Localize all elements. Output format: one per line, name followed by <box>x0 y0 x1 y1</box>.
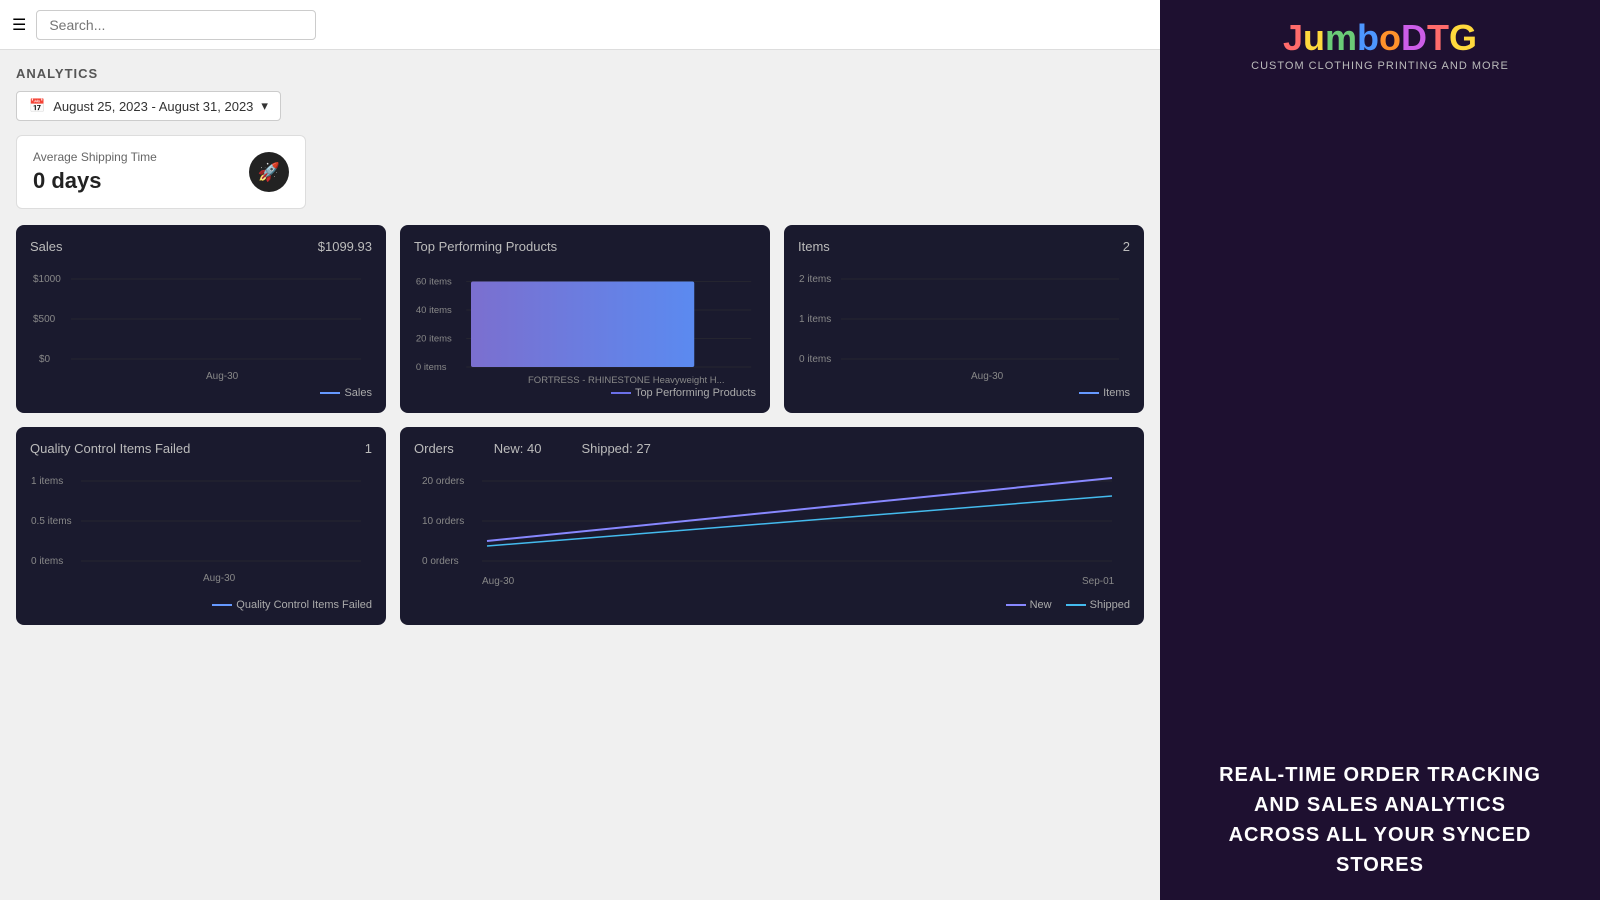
sales-legend-label: Sales <box>344 387 372 399</box>
avg-shipping-value: 0 days <box>33 168 157 194</box>
svg-text:20 orders: 20 orders <box>422 476 464 487</box>
items-legend-label: Items <box>1103 387 1130 399</box>
svg-text:60 items: 60 items <box>416 276 452 287</box>
svg-text:Aug-30: Aug-30 <box>482 576 515 587</box>
orders-shipped-label: Shipped: 27 <box>581 441 650 456</box>
svg-text:Sep-01: Sep-01 <box>1082 576 1115 587</box>
svg-text:$500: $500 <box>33 314 56 325</box>
tagline: REAL-TIME ORDER TRACKINGAND SALES ANALYT… <box>1219 760 1541 880</box>
svg-text:$1000: $1000 <box>33 274 61 285</box>
sales-title: Sales <box>30 239 63 254</box>
svg-text:40 items: 40 items <box>416 305 452 316</box>
items-title: Items <box>798 239 830 254</box>
sales-chart-card: Sales $1099.93 $1000 $500 $0 Aug-30 <box>16 225 386 413</box>
svg-text:0 orders: 0 orders <box>422 556 459 567</box>
svg-text:0 items: 0 items <box>31 556 63 567</box>
logo-area: JumboDTG CUSTOM CLOTHING PRINTING AND MO… <box>1251 20 1509 72</box>
orders-new-label: New: 40 <box>494 441 542 456</box>
logo-letter-u: u <box>1303 17 1325 58</box>
svg-text:2 items: 2 items <box>799 274 831 285</box>
top-products-chart: 60 items 40 items 20 items 0 items <box>414 264 756 394</box>
calendar-icon: 📅 <box>29 98 45 114</box>
logo-letter-t: T <box>1427 17 1449 58</box>
svg-text:0 items: 0 items <box>416 362 447 373</box>
logo-letter-d: D <box>1401 17 1427 58</box>
menu-icon: ☰ <box>12 17 26 34</box>
date-range-picker[interactable]: 📅 August 25, 2023 - August 31, 2023 ▾ <box>16 91 281 121</box>
avg-shipping-card: Average Shipping Time 0 days 🚀 <box>16 135 306 209</box>
items-legend: Items <box>1079 387 1130 399</box>
search-input[interactable] <box>36 10 316 40</box>
shipping-icon: 🚀 <box>258 162 280 183</box>
orders-chart: 20 orders 10 orders 0 orders Aug-30 Sep-… <box>414 466 1130 606</box>
logo-subtitle: CUSTOM CLOTHING PRINTING AND MORE <box>1251 60 1509 72</box>
qc-chart-card: Quality Control Items Failed 1 1 items 0… <box>16 427 386 625</box>
menu-button[interactable]: ☰ <box>12 15 26 35</box>
logo-letter-m: m <box>1325 17 1357 58</box>
items-chart-card: Items 2 2 items 1 items 0 items Aug-30 <box>784 225 1144 413</box>
orders-legend-new: New <box>1030 599 1052 611</box>
svg-text:0 items: 0 items <box>799 354 831 365</box>
svg-text:Aug-30: Aug-30 <box>203 573 236 584</box>
top-products-chart-card: Top Performing Products 60 items 40 item… <box>400 225 770 413</box>
qc-legend: Quality Control Items Failed <box>212 599 372 611</box>
logo-text: JumboDTG <box>1251 20 1509 56</box>
dropdown-arrow-icon: ▾ <box>261 98 268 114</box>
logo-letter-o: o <box>1379 17 1401 58</box>
sales-chart: $1000 $500 $0 Aug-30 <box>30 264 372 384</box>
svg-text:1 items: 1 items <box>799 314 831 325</box>
top-products-title: Top Performing Products <box>414 239 557 254</box>
svg-text:1 items: 1 items <box>31 476 63 487</box>
svg-text:Aug-30: Aug-30 <box>971 371 1004 382</box>
top-products-legend: Top Performing Products <box>611 387 756 399</box>
orders-legend: New Shipped <box>1006 599 1130 611</box>
orders-title: Orders <box>414 441 454 456</box>
logo-letter-b: b <box>1357 17 1379 58</box>
analytics-title: ANALYTICS <box>16 66 1144 81</box>
sales-legend: Sales <box>320 387 372 399</box>
top-products-legend-label: Top Performing Products <box>635 387 756 399</box>
date-range-text: August 25, 2023 - August 31, 2023 <box>53 99 253 114</box>
shipping-icon-circle: 🚀 <box>249 152 289 192</box>
sales-value: $1099.93 <box>318 239 372 254</box>
svg-text:10 orders: 10 orders <box>422 516 464 527</box>
qc-legend-label: Quality Control Items Failed <box>236 599 372 611</box>
svg-text:FORTRESS - RHINESTONE Heavywei: FORTRESS - RHINESTONE Heavyweight H... <box>528 375 725 386</box>
svg-text:20 items: 20 items <box>416 333 452 344</box>
orders-chart-card: Orders New: 40 Shipped: 27 20 orders 10 … <box>400 427 1144 625</box>
orders-legend-shipped: Shipped <box>1090 599 1130 611</box>
avg-shipping-label: Average Shipping Time <box>33 150 157 164</box>
items-chart: 2 items 1 items 0 items Aug-30 <box>798 264 1130 384</box>
qc-chart: 1 items 0.5 items 0 items Aug-30 <box>30 466 372 596</box>
sidebar: JumboDTG CUSTOM CLOTHING PRINTING AND MO… <box>1160 0 1600 900</box>
svg-text:0.5 items: 0.5 items <box>31 516 72 527</box>
svg-text:Aug-30: Aug-30 <box>206 371 239 382</box>
items-value: 2 <box>1123 239 1130 254</box>
logo-letter-g: G <box>1449 17 1477 58</box>
qc-value: 1 <box>365 441 372 456</box>
qc-title: Quality Control Items Failed <box>30 441 190 456</box>
logo-letter-j: J <box>1283 17 1303 58</box>
svg-text:$0: $0 <box>39 354 51 365</box>
